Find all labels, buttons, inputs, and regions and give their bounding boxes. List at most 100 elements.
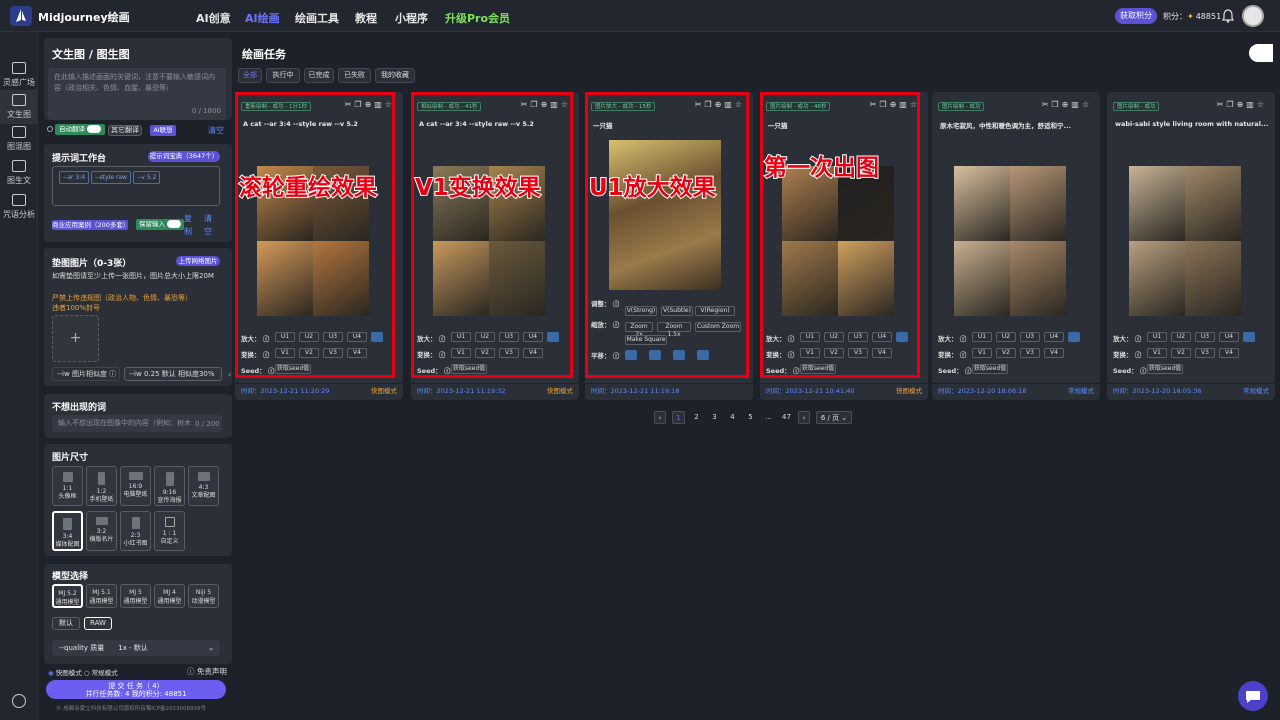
variation-button[interactable]: V3	[1195, 348, 1215, 358]
task-card[interactable]: 图片绘制 - 成功 ✂❐⊕▥☆ wabi-sabi style living r…	[1107, 92, 1275, 400]
iw-select[interactable]: --iw 0.25 默认 相似度30%	[124, 367, 222, 381]
variation-button[interactable]: V4	[1219, 348, 1239, 358]
refresh-icon[interactable]	[1243, 332, 1255, 342]
image-quadrant[interactable]	[1010, 166, 1066, 241]
nav-painting-tools[interactable]: 绘画工具	[295, 10, 339, 26]
empty-link[interactable]: 清空	[204, 212, 212, 238]
clear-link[interactable]: 清空	[208, 125, 224, 136]
tab-all[interactable]: 全部	[238, 68, 262, 83]
logo[interactable]	[10, 6, 32, 26]
upscale-button[interactable]: U4	[1044, 332, 1064, 342]
brand-name[interactable]: Midjourney绘画	[38, 9, 130, 25]
prompt-input[interactable]: 在此输入描述画面的关键词，注意不要输入敏感词内容（政治相关、色情、血腥、暴恐等）…	[48, 68, 226, 120]
size-option[interactable]: 2:3 小红书图	[120, 511, 151, 551]
delete-icon[interactable]: ▥	[1071, 100, 1082, 109]
scissors-icon[interactable]: ✂	[1217, 100, 1227, 109]
workbench-dict-button[interactable]: 提示词宝典（3647个）	[148, 151, 220, 162]
result-image-grid[interactable]	[1129, 166, 1241, 316]
size-option-custom[interactable]: 1 : 1 自定义	[154, 511, 185, 551]
image-quadrant[interactable]	[1129, 166, 1185, 241]
page-1[interactable]: 1	[672, 411, 685, 424]
style-raw-button[interactable]: RAW	[84, 617, 112, 630]
copy-icon[interactable]: ❐	[1051, 100, 1061, 109]
other-translate-button[interactable]: 其它翻译	[108, 125, 142, 136]
image-quadrant[interactable]	[1185, 166, 1241, 241]
copy-link[interactable]: 复制	[184, 212, 192, 238]
page-4[interactable]: 4	[726, 411, 739, 424]
tab-failed[interactable]: 已失败	[338, 68, 371, 83]
variation-button[interactable]: V2	[1171, 348, 1191, 358]
upscale-button[interactable]: U3	[1020, 332, 1040, 342]
nav-ai-painting[interactable]: AI绘画	[245, 10, 280, 26]
upscale-button[interactable]: U1	[972, 332, 992, 342]
model-option-selected[interactable]: MJ 5.2 通用模型	[52, 584, 83, 608]
tab-running[interactable]: 执行中	[266, 68, 300, 83]
page-47[interactable]: 47	[780, 411, 793, 424]
size-option[interactable]: 3:2 横版名片	[86, 511, 117, 551]
tab-done[interactable]: 已完成	[304, 68, 334, 83]
size-option[interactable]: 16:9 电脑壁纸	[120, 466, 151, 506]
size-option[interactable]: 1:1 头像框	[52, 466, 83, 506]
model-option[interactable]: MJ 5.1 通用模型	[86, 584, 117, 608]
per-page-select[interactable]: 6 / 页 ⌄	[816, 411, 852, 424]
star-icon[interactable]: ☆	[1082, 100, 1092, 109]
ai-assoc-button[interactable]: AI联想	[150, 125, 176, 136]
disclaimer-link[interactable]: ⓘ 免责声明	[187, 666, 227, 677]
nav-image-to-text[interactable]: 图生文	[0, 160, 38, 186]
nav-inspiration[interactable]: 灵感广场	[0, 62, 38, 88]
model-option[interactable]: MJ 4 通用模型	[154, 584, 185, 608]
size-option[interactable]: 4:3 文章配图	[188, 466, 219, 506]
nav-upgrade-pro[interactable]: 升级Pro会员	[445, 10, 510, 26]
workbench-tags-box[interactable]: --ar 3:4 --style raw --v 5.2	[52, 166, 220, 206]
page-5[interactable]: 5	[744, 411, 757, 424]
get-seed-button[interactable]: 获取seed值	[972, 364, 1008, 374]
download-icon[interactable]: ⊕	[1237, 100, 1247, 109]
page-2[interactable]: 2	[690, 411, 703, 424]
variation-button[interactable]: V1	[1147, 348, 1167, 358]
theme-icon[interactable]	[12, 694, 26, 708]
floating-assistant-icon[interactable]	[1249, 44, 1273, 62]
size-option[interactable]: 9:16 宣传海报	[154, 466, 185, 506]
nav-mini-program[interactable]: 小程序	[395, 10, 428, 26]
nav-text-to-image[interactable]: 文生图	[0, 90, 38, 124]
refresh-icon[interactable]	[1068, 332, 1080, 342]
tab-favorites[interactable]: 我的收藏	[375, 68, 415, 83]
model-option[interactable]: MJ 5 通用模型	[120, 584, 151, 608]
collapse-icon[interactable]: ‹	[228, 370, 231, 379]
next-page-button[interactable]: ›	[798, 411, 810, 424]
quality-select[interactable]: --quality 质量 1x - 默认 ⌄	[52, 640, 220, 656]
get-points-button[interactable]: 获取积分	[1115, 8, 1157, 24]
task-card[interactable]: 图片绘制 - 成功 ✂❐⊕▥☆ 原木宅寂风，中性和暖色调为主，舒适和宁... 放大…	[932, 92, 1100, 400]
upscale-button[interactable]: U1	[1147, 332, 1167, 342]
page-ellipsis[interactable]: ...	[762, 411, 775, 424]
auto-translate-radio[interactable]	[47, 126, 53, 132]
prev-page-button[interactable]: ‹	[654, 411, 666, 424]
star-icon[interactable]: ☆	[1257, 100, 1267, 109]
image-quadrant[interactable]	[1010, 241, 1066, 316]
variation-button[interactable]: V3	[1020, 348, 1040, 358]
variation-button[interactable]: V4	[1044, 348, 1064, 358]
upscale-button[interactable]: U2	[996, 332, 1016, 342]
size-option-selected[interactable]: 3:4 媒体配图	[52, 511, 83, 551]
pad-upload-net-button[interactable]: 上传网络图片	[176, 256, 220, 266]
commercial-cases-button[interactable]: 商业应用案例（200多套）	[52, 220, 129, 230]
nav-image-mix[interactable]: 图混图	[0, 126, 38, 152]
tag-chip[interactable]: --v 5.2	[133, 171, 161, 184]
copy-icon[interactable]: ❐	[1226, 100, 1236, 109]
keep-input-toggle[interactable]: 保留输入	[136, 219, 185, 230]
chat-button[interactable]	[1238, 681, 1268, 711]
variation-button[interactable]: V1	[972, 348, 992, 358]
size-option[interactable]: 1:2 手机壁纸	[86, 466, 117, 506]
scissors-icon[interactable]: ✂	[1042, 100, 1052, 109]
image-quadrant[interactable]	[1129, 241, 1185, 316]
delete-icon[interactable]: ▥	[1246, 100, 1257, 109]
get-seed-button[interactable]: 获取seed值	[1147, 364, 1183, 374]
image-quadrant[interactable]	[1185, 241, 1241, 316]
nav-spell-analysis[interactable]: 咒语分析	[0, 194, 38, 220]
auto-translate-toggle[interactable]: 自动翻译	[55, 124, 106, 135]
upscale-button[interactable]: U4	[1219, 332, 1239, 342]
upscale-button[interactable]: U3	[1195, 332, 1215, 342]
download-icon[interactable]: ⊕	[1062, 100, 1072, 109]
nav-ai-creative[interactable]: AI创意	[196, 10, 231, 26]
tag-chip[interactable]: --style raw	[91, 171, 131, 184]
